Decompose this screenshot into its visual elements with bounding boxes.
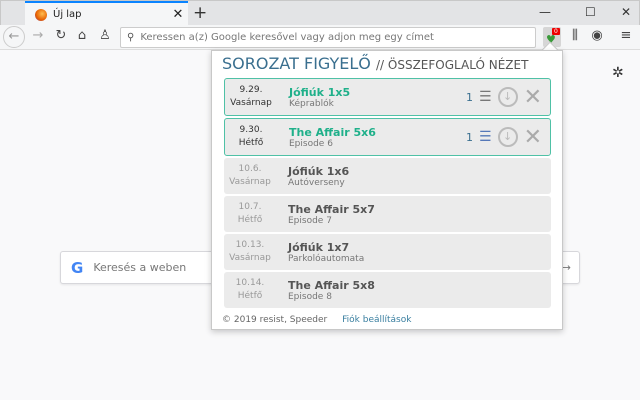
episode-name: Autóverseny (288, 177, 345, 188)
close-icon[interactable]: ✕ (524, 125, 542, 150)
episode-title[interactable]: The Affair 5x6 (289, 126, 466, 139)
episode-date: 10.13. Vasárnap (229, 240, 271, 263)
privacy-icon[interactable]: ♙ (95, 28, 115, 43)
back-button[interactable]: ← (3, 26, 25, 48)
episode-count: 1 (466, 130, 473, 144)
episode-name: Episode 7 (288, 215, 332, 226)
search-arrow-icon[interactable]: → (562, 261, 571, 274)
download-icon[interactable]: ↓ (497, 127, 518, 147)
list-icon[interactable]: ☰ (479, 89, 492, 105)
episode-row[interactable]: 9.29. Vasárnap Jófiúk 1x5 Képrablók 1 ☰ ↓ ✕ (224, 78, 551, 116)
episode-date: 9.29. Vasárnap (230, 85, 272, 108)
new-tab-button[interactable]: + (193, 3, 207, 23)
episode-row[interactable]: 10.7. Hétfő The Affair 5x7 Episode 7 (224, 196, 551, 232)
episode-row[interactable]: 10.14. Hétfő The Affair 5x8 Episode 8 (224, 272, 551, 308)
url-placeholder: Keressen a(z) Google keresővel vagy adjo… (140, 32, 434, 43)
episode-title[interactable]: The Affair 5x8 (288, 279, 551, 292)
tab-title: Új lap (53, 9, 82, 20)
episode-title[interactable]: Jófiúk 1x7 (288, 241, 551, 254)
list-icon[interactable]: ☰ (479, 129, 492, 145)
episode-date: 9.30. Hétfő (238, 125, 264, 148)
url-bar[interactable]: ⚲ Keressen a(z) Google keresővel vagy ad… (120, 27, 536, 48)
firefox-icon (35, 8, 47, 21)
search-icon: ⚲ (127, 32, 135, 43)
close-window-button[interactable]: ✕ (621, 5, 631, 19)
minimize-button[interactable]: — (539, 5, 551, 19)
episode-date: 10.6. Vasárnap (229, 164, 271, 187)
gear-icon[interactable]: ✲ (612, 65, 624, 81)
reload-button[interactable]: ↻ (51, 28, 71, 43)
episode-title[interactable]: Jófiúk 1x6 (288, 165, 551, 178)
web-search-placeholder: Keresés a weben (93, 261, 187, 274)
episode-title[interactable]: The Affair 5x7 (288, 203, 551, 216)
account-icon[interactable]: ◉ (587, 28, 607, 43)
extension-popup: SOROZAT FIGYELŐ // ÖSSZEFOGLALÓ NÉZET 9.… (211, 50, 563, 330)
episode-name: Parkolóautomata (288, 253, 365, 264)
home-button[interactable]: ⌂ (72, 28, 92, 43)
download-icon[interactable]: ↓ (497, 87, 518, 107)
popup-footer: © 2019 resist, Speeder Fiók beállítások (222, 315, 411, 325)
maximize-button[interactable]: ☐ (585, 5, 596, 19)
popup-title: SOROZAT FIGYELŐ // ÖSSZEFOGLALÓ NÉZET (222, 54, 529, 73)
episode-name: Episode 8 (288, 291, 332, 302)
account-settings-link[interactable]: Fiók beállítások (342, 315, 411, 325)
episode-title[interactable]: Jófiúk 1x5 (289, 86, 466, 99)
close-tab-icon[interactable]: ✕ (168, 7, 188, 22)
tab-bar: Új lap ✕ + — ☐ ✕ (0, 0, 640, 26)
copyright: © 2019 resist, Speeder (222, 315, 328, 325)
episode-row[interactable]: 10.13. Vasárnap Jófiúk 1x7 Parkolóautomata (224, 234, 551, 270)
forward-button[interactable]: → (28, 28, 48, 43)
episode-date: 10.7. Hétfő (237, 202, 263, 225)
tab-new-tab[interactable]: Új lap ✕ (25, 1, 188, 26)
menu-icon[interactable]: ≡ (616, 28, 636, 43)
episode-name: Episode 6 (289, 138, 333, 149)
episode-row[interactable]: 10.6. Vasárnap Jófiúk 1x6 Autóverseny (224, 158, 551, 194)
episode-row[interactable]: 9.30. Hétfő The Affair 5x6 Episode 61 ☰ ↓ … (224, 118, 551, 156)
episode-date: 10.14. Hétfő (235, 278, 265, 301)
close-icon[interactable]: ✕ (524, 85, 542, 110)
library-icon[interactable]: ⫼ (565, 28, 585, 43)
google-icon: G (71, 258, 84, 277)
episode-count: 1 (466, 90, 473, 104)
extension-badge: 0 (552, 28, 560, 35)
episode-name: Képrablók (289, 98, 334, 109)
